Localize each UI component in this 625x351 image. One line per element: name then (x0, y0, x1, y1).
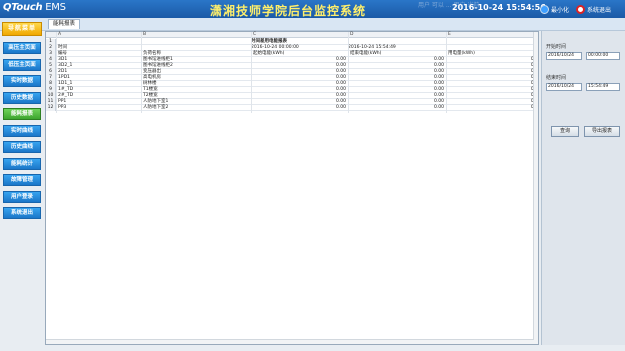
tab-energy-report[interactable]: 能耗报表 (48, 19, 81, 29)
horizontal-scrollbar[interactable] (46, 339, 534, 344)
column-header[interactable]: C (253, 32, 256, 38)
title-bar: QTouch EMS 潇湘技师学院后台监控系统 用户 可以 ... 用户 当前 2… (0, 0, 625, 18)
sidebar-item[interactable]: 能耗统计 (3, 157, 41, 170)
end-time-label: 结束时间 (546, 75, 567, 81)
sidebar-item[interactable]: 历史曲线 (3, 141, 41, 153)
end-time-input[interactable]: 15:54:49 (586, 83, 620, 91)
sidebar-item[interactable]: 用户登录 (3, 190, 41, 203)
vertical-scrollbar[interactable] (533, 32, 538, 344)
code-cell[interactable]: PP3 (58, 105, 66, 111)
column-header[interactable]: B (143, 32, 146, 38)
start-time-input[interactable]: 00:00:00 (586, 52, 620, 60)
sidebar-item[interactable]: 系统退出 (3, 207, 41, 219)
query-button[interactable]: 查询 (551, 126, 579, 137)
minimize-label: 最小化 (551, 6, 570, 14)
table-row: 12PP3人防地下室20.000.000.0 (46, 105, 538, 111)
query-panel: 开始时间 2016/10/24 00:00:00 结束时间 2016/10/24… (541, 31, 625, 345)
column-divider (141, 32, 142, 113)
name-cell[interactable]: 人防地下室2 (143, 105, 168, 111)
exit-label: 系统退出 (587, 6, 612, 14)
export-report-button[interactable]: 导出报表 (584, 126, 620, 137)
power-icon (576, 4, 585, 14)
start-energy-cell[interactable]: 0.00 (336, 105, 346, 111)
sidebar-item[interactable]: 实时曲线 (3, 124, 41, 137)
sidebar-item[interactable]: 历史数据 (3, 91, 41, 104)
tab-bar (0, 18, 625, 31)
sidebar-item[interactable]: 高压主页面 (3, 42, 41, 54)
column-divider (56, 32, 57, 113)
column-header[interactable]: E (448, 32, 451, 38)
report-sheet[interactable]: ABCDE 1 时间差用电能报表 2 时间 2016-10-24 00:00:00 201… (45, 31, 539, 345)
app-title: 潇湘技师学院后台监控系统 (210, 4, 367, 18)
app-window: QTouch EMS 潇湘技师学院后台监控系统 用户 可以 ... 用户 当前 2… (0, 0, 625, 351)
column-divider (348, 32, 349, 113)
logo: QTouch EMS (3, 2, 66, 13)
minimize-button[interactable]: 最小化 (540, 4, 569, 14)
sidebar-item[interactable]: 低压主页面 (3, 58, 41, 71)
sidebar-item[interactable]: 实时数据 (3, 75, 41, 87)
sidebar-item[interactable]: 能耗报表 (3, 108, 41, 120)
row-number[interactable]: 12 (46, 105, 56, 111)
column-divider (251, 32, 252, 113)
column-header[interactable]: D (350, 32, 353, 38)
end-date-input[interactable]: 2016/10/24 (546, 83, 582, 91)
start-time-label: 开始时间 (546, 44, 567, 50)
column-header[interactable]: A (58, 32, 61, 38)
exit-button[interactable]: 系统退出 (576, 4, 611, 14)
minimize-icon (540, 4, 549, 14)
nav-title: 导航菜单 (2, 22, 42, 36)
clock: 2016-10-24 15:54:56 (452, 3, 546, 12)
column-divider (446, 32, 447, 113)
sidebar-item[interactable]: 故障管理 (3, 174, 41, 186)
column-header-row: A B C D E (46, 32, 538, 38)
start-date-input[interactable]: 2016/10/24 (546, 52, 582, 60)
end-energy-cell[interactable]: 0.00 (434, 105, 444, 111)
sidebar: 高压主页面低压主页面实时数据历史数据能耗报表实时曲线历史曲线能耗统计故障管理用户… (0, 36, 44, 351)
